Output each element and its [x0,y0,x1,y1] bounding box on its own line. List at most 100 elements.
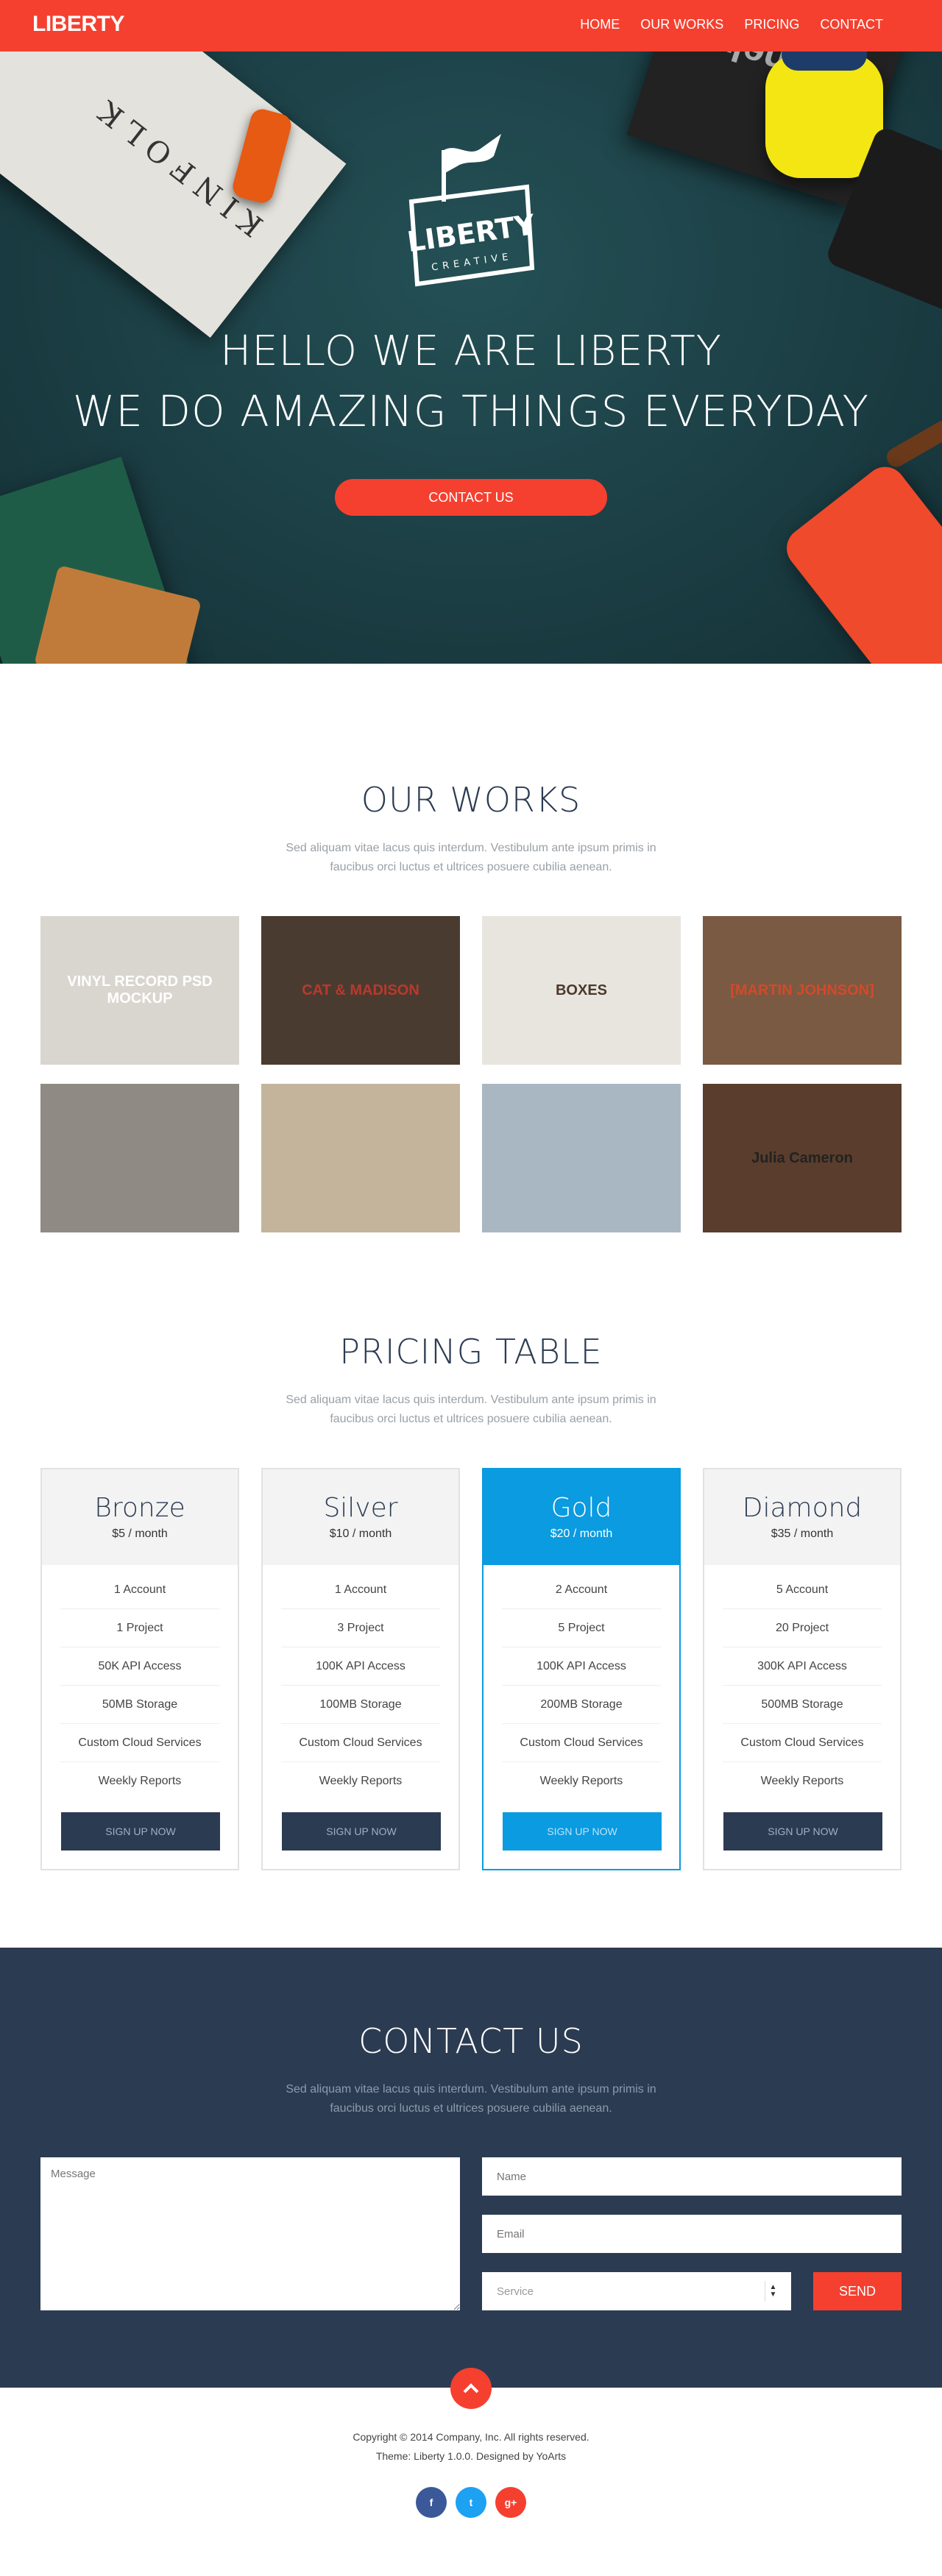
plan-feature-list: 2 Account 5 Project 100K API Access 200MB S… [484,1565,679,1800]
plan-price: $10 / month [329,1527,392,1540]
hero-heading-line-2: WE DO AMAZING THINGS EVERYDAY [72,386,870,436]
work-thumbnail-label: Julia Cameron [751,1149,853,1166]
pricing-card-header: Silver $10 / month [263,1469,458,1565]
plan-name: Silver [323,1493,398,1523]
scroll-to-top-button[interactable] [450,2368,492,2409]
nav-item-contact[interactable]: CONTACT [820,17,883,32]
plan-feature: 3 Project [281,1609,440,1647]
plan-feature-list: 5 Account 20 Project 300K API Access 500MB … [704,1565,900,1800]
plan-name: Diamond [742,1493,863,1523]
sign-up-button[interactable]: SIGN UP NOW [723,1812,882,1851]
footer-copyright: Copyright © 2014 Company, Inc. All right… [353,2431,589,2443]
work-thumbnail-label: VINYL RECORD PSD MOCKUP [67,973,213,1007]
footer-theme-credit: Theme: Liberty 1.0.0. Designed by YoArts [375,2450,567,2462]
facebook-icon[interactable]: f [416,2487,447,2518]
work-thumbnail[interactable]: [MARTIN JOHNSON] [703,916,902,1065]
plan-name: Gold [550,1493,612,1523]
plan-feature: Custom Cloud Services [281,1724,440,1762]
social-links: f t g+ [416,2487,526,2518]
pricing-card-bronze: Bronze $5 / month 1 Account 1 Project 50K AP… [40,1468,239,1870]
twitter-icon[interactable]: t [456,2487,486,2518]
nav-item-pricing[interactable]: PRICING [744,17,799,32]
nav-item-home[interactable]: HOME [580,17,620,32]
plan-feature: 200MB Storage [502,1686,661,1724]
work-thumbnail[interactable]: CAT & MADISON [261,916,460,1065]
work-thumbnail-label: CAT & MADISON [302,982,419,998]
work-thumbnail[interactable] [40,1084,239,1232]
plan-feature: 5 Account [723,1571,882,1609]
message-textarea[interactable] [40,2157,460,2310]
pricing-plans: Bronze $5 / month 1 Account 1 Project 50K AP… [40,1468,902,1870]
plan-feature: 100MB Storage [281,1686,440,1724]
contact-section: CONTACT US Sed aliquam vitae lacus quis … [0,1948,942,2388]
plan-name: Bronze [94,1493,185,1523]
pricing-card-diamond: Diamond $35 / month 5 Account 20 Project 300… [703,1468,902,1870]
pricing-card-header: Diamond $35 / month [704,1469,900,1565]
hero-red-phone-prop [778,458,942,664]
plan-feature: 1 Account [60,1571,219,1609]
work-thumbnail[interactable]: VINYL RECORD PSD MOCKUP [40,916,239,1065]
service-select[interactable]: Service ▲ ▼ [482,2272,791,2310]
chevron-up-icon [463,2383,479,2394]
send-button[interactable]: SEND [813,2272,902,2310]
plan-price: $5 / month [112,1527,168,1540]
work-thumbnail-label [261,1084,460,1232]
hero-heading-line-1: HELLO WE ARE LIBERTY [220,327,722,375]
hero-tin-prop [34,564,202,664]
plan-feature: 100K API Access [502,1647,661,1686]
plan-feature: 5 Project [502,1609,661,1647]
pricing-card-header: Bronze $5 / month [42,1469,238,1565]
plan-feature: 50MB Storage [60,1686,219,1724]
plan-feature: 500MB Storage [723,1686,882,1724]
google-plus-icon[interactable]: g+ [495,2487,526,2518]
plan-feature: 1 Project [60,1609,219,1647]
work-thumbnail[interactable]: BOXES [482,916,681,1065]
email-input[interactable] [482,2215,902,2253]
plan-feature: 50K API Access [60,1647,219,1686]
svg-text:LIBERTY: LIBERTY [406,208,537,258]
plan-feature: 100K API Access [281,1647,440,1686]
works-description: Sed aliquam vitae lacus quis interdum. V… [286,842,656,873]
pricing-description: Sed aliquam vitae lacus quis interdum. V… [286,1394,656,1425]
plan-feature: 300K API Access [723,1647,882,1686]
plan-price: $20 / month [550,1527,613,1540]
plan-feature: Weekly Reports [539,1775,623,1787]
pricing-card-header: Gold $20 / month [484,1469,679,1565]
name-input[interactable] [482,2157,902,2196]
plan-feature: Custom Cloud Services [502,1724,661,1762]
work-thumbnail-label: [MARTIN JOHNSON] [730,982,874,998]
top-navbar: LIBERTY HOME OUR WORKS PRICING CONTACT [0,0,942,52]
work-thumbnail-label [482,1084,681,1232]
sign-up-button[interactable]: SIGN UP NOW [503,1812,662,1851]
pricing-title: PRICING TABLE [339,1332,603,1372]
works-title: OUR WORKS [361,780,581,820]
work-thumbnail[interactable] [482,1084,681,1232]
nav-menu: HOME OUR WORKS PRICING CONTACT [580,17,883,32]
liberty-creative-logo: LIBERTY CREATIVE [406,134,537,287]
plan-feature: 20 Project [723,1609,882,1647]
work-thumbnail[interactable]: Julia Cameron [703,1084,902,1232]
plan-feature: Weekly Reports [98,1775,182,1787]
select-arrows-icon: ▲ ▼ [765,2281,781,2302]
service-select-placeholder: Service [497,2285,534,2298]
plan-feature: Custom Cloud Services [60,1724,219,1762]
plan-feature: 1 Account [281,1571,440,1609]
work-thumbnail[interactable] [261,1084,460,1232]
plan-price: $35 / month [771,1527,834,1540]
nav-item-our-works[interactable]: OUR WORKS [640,17,723,32]
plan-feature: Custom Cloud Services [723,1724,882,1762]
sign-up-button[interactable]: SIGN UP NOW [61,1812,220,1851]
plan-feature: Weekly Reports [319,1775,403,1787]
sign-up-button[interactable]: SIGN UP NOW [282,1812,441,1851]
hero-section: KINFOLK helvo LIBERTY CREATIVE HELLO WE … [0,0,942,664]
pricing-card-gold: Gold $20 / month 2 Account 5 Project 100K AP… [482,1468,681,1870]
brand-logo[interactable]: LIBERTY [32,12,124,37]
plan-feature-list: 1 Account 3 Project 100K API Access 100MB S… [263,1565,458,1800]
hero-contact-button[interactable]: CONTACT US [335,479,607,516]
contact-description: Sed aliquam vitae lacus quis interdum. V… [286,2083,656,2115]
plan-feature-list: 1 Account 1 Project 50K API Access 50MB Sto… [42,1565,238,1800]
plan-feature: 2 Account [502,1571,661,1609]
work-thumbnail-label: BOXES [555,982,608,998]
contact-title: CONTACT US [358,2021,584,2061]
work-thumbnail-label [40,1084,239,1232]
